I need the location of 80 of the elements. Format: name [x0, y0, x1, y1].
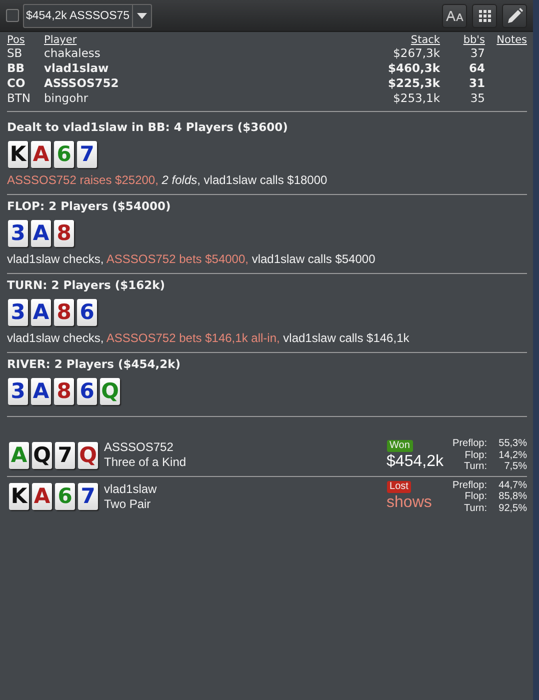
column-header[interactable]: bb's [463, 34, 485, 46]
player-name: ASSSOS752 [104, 440, 174, 456]
equity-value: 7,5% [503, 461, 527, 472]
playing-card: K [9, 483, 29, 510]
equity-label: Preflop: [452, 480, 487, 491]
playing-card: A [31, 299, 51, 326]
checkbox[interactable] [6, 9, 19, 22]
table-cell: BTN [7, 91, 44, 112]
grid-button[interactable] [472, 4, 497, 28]
won-amount: $454,2k [386, 452, 444, 471]
playing-card: A [31, 141, 51, 168]
table-cell: $253,1k [278, 91, 440, 112]
playing-card: 6 [77, 299, 97, 326]
street-heading: TURN: 2 Players ($162k) [7, 277, 166, 293]
table-cell: BB [7, 61, 44, 76]
playing-card: 6 [55, 483, 75, 510]
playing-card: 8 [54, 378, 74, 405]
pencil-icon [506, 8, 522, 24]
table-cell-text: SB [7, 46, 24, 61]
result-badge: Won [386, 440, 413, 452]
equity-value: 14,2% [498, 450, 527, 461]
font-size-button[interactable] [442, 4, 467, 28]
playing-card: Q [78, 442, 98, 469]
playing-card: 6 [54, 141, 74, 168]
playing-card: 7 [78, 483, 98, 510]
playing-card: 8 [54, 220, 74, 247]
playing-card: 8 [54, 299, 74, 326]
table-cell-text: $460,3k [386, 61, 440, 76]
equity-value: 85,8% [498, 491, 527, 502]
shows-label: shows [386, 493, 432, 512]
playing-card: A [9, 442, 29, 469]
hand-dropdown[interactable]: $454,2k ASSSOS75 [23, 4, 152, 28]
equity-label: Flop: [464, 450, 487, 461]
playing-card: 3 [8, 378, 28, 405]
playing-card: Q [32, 442, 52, 469]
playing-card: 6 [77, 378, 97, 405]
street-heading: RIVER: 2 Players ($454,2k) [7, 356, 182, 372]
street-heading: Dealt to vlad1slaw in BB: 4 Players ($3600) [7, 119, 289, 135]
equity-label: Flop: [464, 491, 487, 502]
playing-card: A [31, 378, 51, 405]
font-size-icon [446, 10, 464, 22]
playing-card: 3 [8, 299, 28, 326]
equity-value: 92,5% [498, 502, 527, 514]
equity-label: Turn: [463, 502, 487, 514]
table-cell-text: ASSSOS752 [44, 76, 120, 91]
equity-label: Preflop: [452, 438, 487, 450]
equity-value: 44,7% [498, 480, 527, 491]
playing-card: 3 [8, 220, 28, 247]
action-line: vlad1slaw checks, ASSSOS752 bets $54000, vlad1slaw calls $54000 [7, 252, 376, 267]
playing-card: K [8, 141, 28, 168]
playing-card: Q [100, 378, 120, 405]
street-heading: FLOP: 2 Players ($54000) [7, 198, 172, 214]
table-cell-text: $267,3k [392, 46, 440, 61]
column-header[interactable]: Pos [7, 34, 25, 46]
table-cell-text: $225,3k [386, 76, 440, 91]
player-name: vlad1slaw [104, 482, 158, 497]
table-cell: 37 [440, 46, 485, 61]
action-line: ASSSOS752 raises $25200, 2 folds, vlad1slaw calls $18000 [7, 173, 328, 188]
edit-button[interactable] [502, 4, 527, 28]
table-cell-text: vlad1slaw [44, 61, 110, 76]
table-cell: CO [7, 76, 44, 91]
table-cell: 35 [440, 91, 485, 112]
column-header[interactable]: Notes [496, 34, 527, 46]
table-cell-text: chakaless [44, 46, 102, 61]
column-header[interactable]: Player [44, 34, 77, 46]
table-cell: 31 [440, 76, 485, 91]
playing-card: A [32, 483, 52, 510]
playing-card: A [31, 220, 51, 247]
equity-label: Turn: [463, 461, 487, 472]
result-badge: Lost [386, 481, 412, 494]
hand-rank: Three of a Kind [104, 455, 188, 470]
column-header[interactable]: Stack [410, 34, 440, 46]
equity-value: 55,3% [498, 438, 527, 450]
playing-card: 7 [77, 141, 97, 168]
grid-icon [478, 10, 490, 22]
playing-card: 7 [55, 442, 75, 469]
hand-rank: Two Pair [104, 496, 152, 512]
action-line: vlad1slaw checks, ASSSOS752 bets $146,1k all-in, vlad1slaw calls $146,1k [7, 331, 410, 346]
table-cell: bingohr [44, 91, 278, 112]
table-cell: 64 [440, 61, 485, 76]
